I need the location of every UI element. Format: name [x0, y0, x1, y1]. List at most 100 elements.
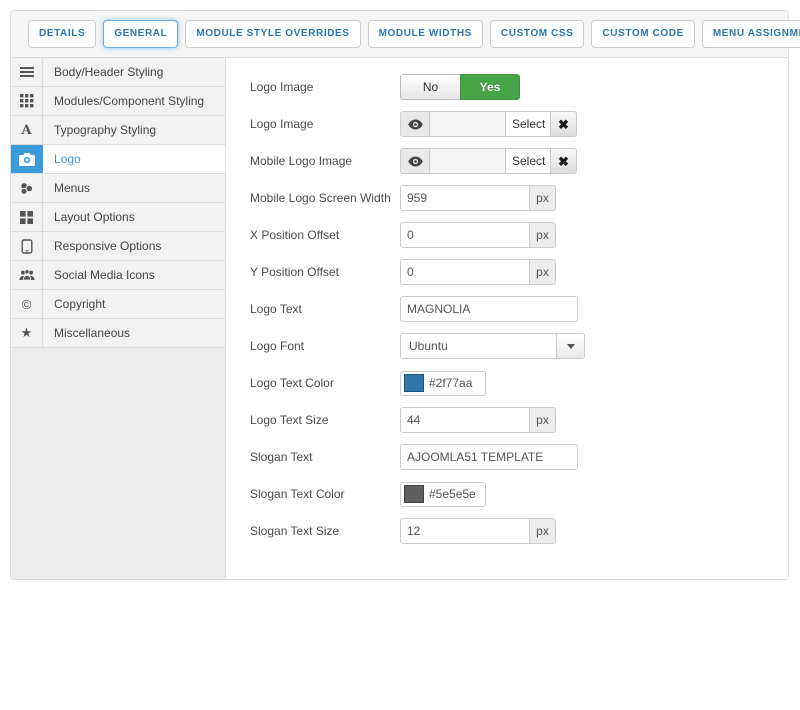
slogan-text-size-input[interactable]	[400, 518, 530, 544]
select-logo-image-button[interactable]: Select	[506, 111, 551, 137]
unit-addon: px	[530, 259, 556, 285]
logo-image-toggle: No Yes	[400, 74, 520, 100]
sidebar-item-label: Modules/Component Styling	[43, 87, 225, 115]
sidebar-item-layout-options[interactable]: Layout Options	[11, 203, 225, 232]
share-cluster-icon	[11, 174, 43, 202]
sidebar-item-responsive-options[interactable]: Responsive Options	[11, 232, 225, 261]
mobile-logo-width-input[interactable]	[400, 185, 530, 211]
field-label: Mobile Logo Screen Width	[250, 191, 400, 205]
sidebar-item-label: Social Media Icons	[43, 261, 225, 289]
preview-eye-icon[interactable]	[400, 148, 430, 174]
copyright-icon: ©	[11, 290, 43, 318]
logo-image-media-field: Select ✖	[400, 111, 577, 137]
unit-addon: px	[530, 185, 556, 211]
logo-text-color-picker[interactable]: #2f77aa	[400, 371, 486, 396]
sidebar-item-body-header-styling[interactable]: Body/Header Styling	[11, 58, 225, 87]
field-label: Logo Text	[250, 302, 400, 316]
x-offset-input[interactable]	[400, 222, 530, 248]
field-row-logo-image-toggle: Logo Image No Yes	[250, 74, 788, 100]
logo-settings-form: Logo Image No Yes Logo Image Select ✖	[226, 58, 788, 579]
users-icon	[11, 261, 43, 289]
field-label: Logo Font	[250, 339, 400, 353]
grid-3x3-icon	[11, 87, 43, 115]
sidebar-item-miscellaneous[interactable]: ★ Miscellaneous	[11, 319, 225, 348]
tab-module-style-overrides[interactable]: MODULE STYLE OVERRIDES	[185, 20, 360, 48]
field-row-slogan-text-color: Slogan Text Color #5e5e5e	[250, 481, 788, 507]
field-label: Logo Text Color	[250, 376, 400, 390]
chevron-down-icon[interactable]	[556, 334, 584, 358]
field-row-y-offset: Y Position Offset px	[250, 259, 788, 285]
sidebar-item-label: Responsive Options	[43, 232, 225, 260]
field-row-logo-text: Logo Text	[250, 296, 788, 322]
preview-eye-icon[interactable]	[400, 111, 430, 137]
toggle-yes-button[interactable]: Yes	[460, 74, 520, 100]
x-offset-field: px	[400, 222, 556, 248]
field-row-logo-font: Logo Font Ubuntu	[250, 333, 788, 359]
sidebar-item-label: Body/Header Styling	[43, 58, 225, 86]
letter-a-icon: A	[11, 116, 43, 144]
mobile-logo-media-field: Select ✖	[400, 148, 577, 174]
field-row-slogan-text-size: Slogan Text Size px	[250, 518, 788, 544]
field-label: Logo Image	[250, 80, 400, 94]
unit-addon: px	[530, 518, 556, 544]
logo-font-selected-value: Ubuntu	[401, 334, 556, 358]
logo-font-select[interactable]: Ubuntu	[400, 333, 585, 359]
select-mobile-logo-button[interactable]: Select	[506, 148, 551, 174]
sidebar-item-copyright[interactable]: © Copyright	[11, 290, 225, 319]
clear-logo-image-button[interactable]: ✖	[551, 111, 577, 137]
grid-2x2-icon	[11, 203, 43, 231]
tab-custom-css[interactable]: CUSTOM CSS	[490, 20, 585, 48]
tab-details[interactable]: DETAILS	[28, 20, 96, 48]
y-offset-input[interactable]	[400, 259, 530, 285]
color-swatch	[404, 374, 424, 392]
sidebar-item-label: Layout Options	[43, 203, 225, 231]
field-label: X Position Offset	[250, 228, 400, 242]
tab-module-widths[interactable]: MODULE WIDTHS	[368, 20, 483, 48]
field-row-mobile-logo-width: Mobile Logo Screen Width px	[250, 185, 788, 211]
field-row-slogan-text: Slogan Text	[250, 444, 788, 470]
mobile-logo-image-input[interactable]	[430, 148, 506, 174]
field-label: Y Position Offset	[250, 265, 400, 279]
sidebar-item-typography-styling[interactable]: A Typography Styling	[11, 116, 225, 145]
sidebar-item-logo[interactable]: Logo	[11, 145, 225, 174]
sidebar-item-label: Miscellaneous	[43, 319, 225, 347]
panel-body: Body/Header Styling Modules/Component St…	[11, 58, 788, 579]
tab-general[interactable]: GENERAL	[103, 20, 178, 48]
logo-text-size-field: px	[400, 407, 556, 433]
unit-addon: px	[530, 407, 556, 433]
slogan-text-size-field: px	[400, 518, 556, 544]
slogan-text-input[interactable]	[400, 444, 578, 470]
tab-menu-assignment[interactable]: MENU ASSIGNMENT	[702, 20, 800, 48]
toggle-no-button[interactable]: No	[400, 74, 460, 100]
field-label: Logo Text Size	[250, 413, 400, 427]
slogan-text-color-picker[interactable]: #5e5e5e	[400, 482, 486, 507]
field-row-logo-text-color: Logo Text Color #2f77aa	[250, 370, 788, 396]
logo-text-input[interactable]	[400, 296, 578, 322]
unit-addon: px	[530, 222, 556, 248]
sidebar-item-label: Copyright	[43, 290, 225, 318]
logo-image-input[interactable]	[430, 111, 506, 137]
template-settings-window: DETAILS GENERAL MODULE STYLE OVERRIDES M…	[10, 10, 789, 580]
field-label: Slogan Text	[250, 450, 400, 464]
field-label: Logo Image	[250, 117, 400, 131]
mobile-logo-width-field: px	[400, 185, 556, 211]
field-row-x-offset: X Position Offset px	[250, 222, 788, 248]
tab-custom-code[interactable]: CUSTOM CODE	[591, 20, 694, 48]
sidebar-item-menus[interactable]: Menus	[11, 174, 225, 203]
field-label: Slogan Text Size	[250, 524, 400, 538]
sidebar-item-label: Logo	[43, 145, 225, 173]
sidebar-item-label: Typography Styling	[43, 116, 225, 144]
sidebar-item-modules-component-styling[interactable]: Modules/Component Styling	[11, 87, 225, 116]
sidebar-item-social-media-icons[interactable]: Social Media Icons	[11, 261, 225, 290]
star-icon: ★	[11, 319, 43, 347]
color-hex-value: #5e5e5e	[429, 487, 476, 501]
clear-mobile-logo-button[interactable]: ✖	[551, 148, 577, 174]
field-row-mobile-logo-image: Mobile Logo Image Select ✖	[250, 148, 788, 174]
color-hex-value: #2f77aa	[429, 376, 472, 390]
field-row-logo-text-size: Logo Text Size px	[250, 407, 788, 433]
tab-bar: DETAILS GENERAL MODULE STYLE OVERRIDES M…	[11, 11, 788, 58]
field-label: Mobile Logo Image	[250, 154, 400, 168]
logo-text-size-input[interactable]	[400, 407, 530, 433]
camera-icon	[11, 145, 43, 173]
field-label: Slogan Text Color	[250, 487, 400, 501]
